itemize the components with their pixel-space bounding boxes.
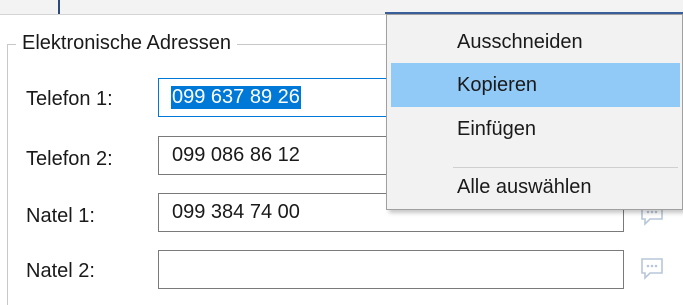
label-telefon-2: Telefon 2: <box>26 148 113 170</box>
menu-item-kopieren[interactable]: Kopieren <box>391 63 680 107</box>
menu-item-ausschneiden[interactable]: Ausschneiden <box>391 20 680 64</box>
natel-2-field[interactable] <box>158 250 624 289</box>
menu-item-label: Ausschneiden <box>457 31 583 53</box>
chat-bubble-icon[interactable] <box>638 254 666 282</box>
context-menu: Ausschneiden Kopieren Einfügen Alle ausw… <box>386 14 683 210</box>
telefon-2-value: 099 086 86 12 <box>172 144 300 166</box>
window-top-strip <box>0 0 683 15</box>
telefon-1-value: 099 637 89 26 <box>171 86 301 109</box>
natel-1-value: 099 384 74 00 <box>172 201 300 223</box>
menu-item-label: Kopieren <box>457 74 538 96</box>
menu-item-label: Einfügen <box>457 118 536 140</box>
top-strip-tick <box>58 0 60 14</box>
group-title: Elektronische Adressen <box>16 32 238 55</box>
menu-item-label: Alle auswählen <box>457 176 592 198</box>
menu-item-alle-auswaehlen[interactable]: Alle auswählen <box>391 165 680 209</box>
label-natel-1: Natel 1: <box>26 205 95 227</box>
label-telefon-1: Telefon 1: <box>26 88 113 110</box>
label-natel-2: Natel 2: <box>26 260 95 282</box>
menu-item-einfuegen[interactable]: Einfügen <box>391 107 680 151</box>
